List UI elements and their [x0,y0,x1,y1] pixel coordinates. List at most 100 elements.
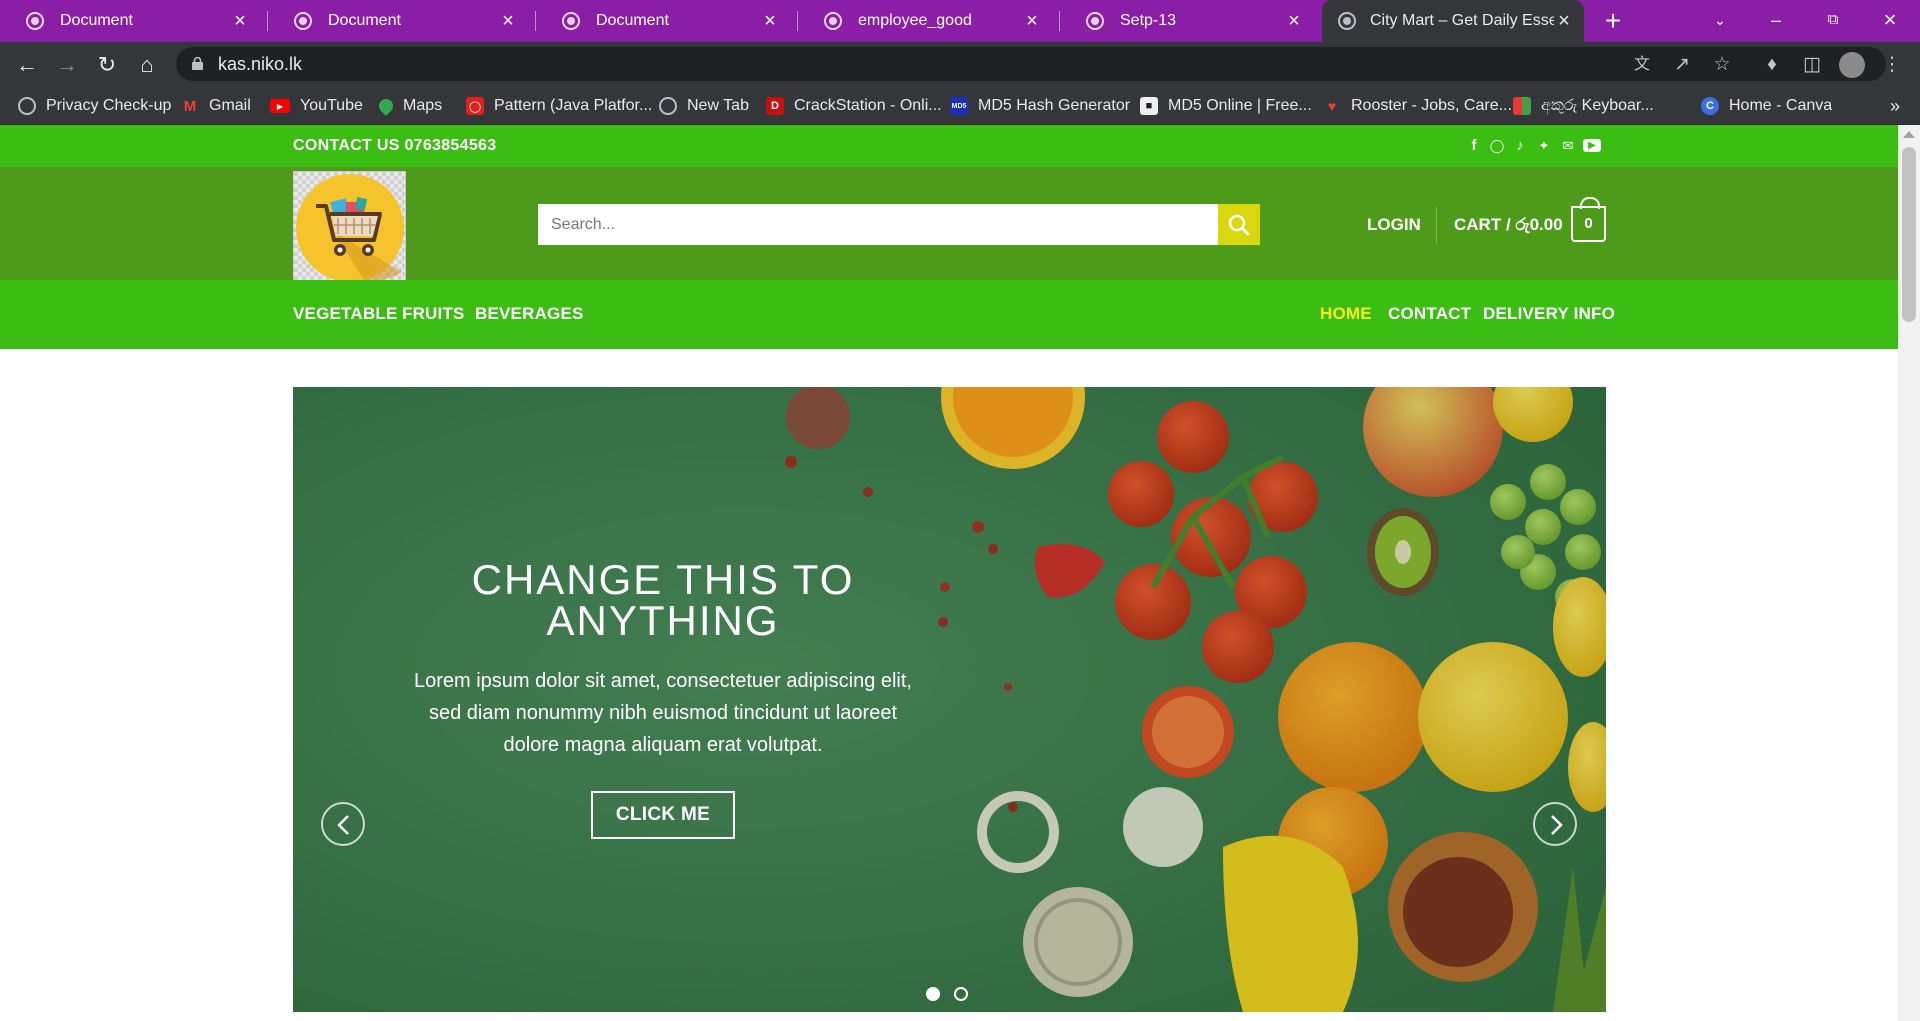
back-icon[interactable]: ← [12,50,42,80]
scrollbar-thumb[interactable] [1902,147,1916,322]
facebook-icon[interactable]: f [1465,138,1483,154]
side-panel-icon[interactable]: ◫ [1799,52,1825,78]
browser-tab[interactable]: Document × [0,0,268,42]
slider-dots [926,987,968,1001]
minimize-icon[interactable]: – [1748,0,1804,40]
close-icon[interactable]: × [498,10,518,33]
cart-link[interactable]: CART / රු0.00 [1454,215,1563,235]
avatar[interactable] [1839,52,1865,78]
globe-icon [26,12,44,30]
nav-item-vegetable[interactable]: VEGETABLE [293,304,397,324]
more-bookmarks-icon[interactable]: » [1880,87,1910,125]
tab-search-icon[interactable]: ⌄ [1692,0,1748,40]
new-tab-button[interactable]: + [1598,6,1628,36]
extensions-icon[interactable]: ♦ [1759,52,1785,78]
menu-icon[interactable]: ⋮ [1879,52,1905,78]
nav-item-delivery-info[interactable]: DELIVERY INFO [1483,304,1615,324]
close-window-icon[interactable]: × [1862,0,1918,40]
instagram-icon[interactable]: ◯ [1488,138,1506,154]
globe-icon [562,12,580,30]
restore-icon[interactable]: ⧉ [1805,0,1861,40]
bookmark-label: MD5 Hash Generator [978,97,1131,114]
bookmark-item[interactable]: ■ MD5 Online | Free... [1140,87,1312,125]
reload-icon[interactable]: ↻ [92,50,122,80]
globe-icon [1338,12,1356,30]
search-icon [1228,214,1250,235]
bookmark-item[interactable]: ♥ Rooster - Jobs, Care... [1323,87,1512,125]
slider-previous-button[interactable] [321,802,365,846]
globe-icon [1086,12,1104,30]
translate-icon[interactable]: 文 [1629,52,1655,78]
bookmark-item[interactable]: Privacy Check-up [18,87,171,125]
bookmark-item[interactable]: ▶ YouTube [270,87,363,125]
bookmark-label: YouTube [300,97,363,114]
canva-icon: C [1701,97,1719,115]
slide-caption: CHANGE THIS TO ANYTHING Lorem ipsum dolo… [403,559,923,839]
bookmark-label: CrackStation - Onli... [794,97,942,114]
close-icon[interactable]: × [230,10,250,33]
bookmark-label: Pattern (Java Platfor... [494,97,653,114]
slider-dot-2[interactable] [954,987,968,1001]
close-icon[interactable]: × [1022,10,1042,33]
chevron-left-icon [337,815,349,835]
bookmark-label: New Tab [687,97,749,114]
bookmark-item[interactable]: අකුරු Keyboar... [1513,87,1654,125]
click-me-button[interactable]: CLICK ME [591,791,735,839]
browser-tab[interactable]: employee_good × [798,0,1060,42]
youtube-icon[interactable]: ▶ [1583,139,1601,152]
search-button[interactable] [1218,204,1260,245]
slider-next-button[interactable] [1533,802,1577,846]
bookmark-label: Privacy Check-up [46,97,172,114]
login-link[interactable]: LOGIN [1367,215,1421,235]
bookmark-item[interactable]: ◯ Pattern (Java Platfor... [466,87,652,125]
bookmark-item[interactable]: D CrackStation - Onli... [766,87,942,125]
main-navigation: VEGETABLE FRUITS BEVERAGES HOME CONTACT … [0,280,1898,349]
site-header: LOGIN CART / රු0.00 0 [0,167,1898,284]
keyboard-icon [1513,97,1531,115]
hero-slider: CHANGE THIS TO ANYTHING Lorem ipsum dolo… [293,387,1606,1012]
forward-icon[interactable]: → [52,50,82,80]
globe-icon [294,12,312,30]
bookmark-item[interactable]: M Gmail [181,87,251,125]
browser-tab-active[interactable]: City Mart – Get Daily Essent × [1322,0,1584,42]
url-text: kas.niko.lk [218,54,303,74]
home-icon[interactable]: ⌂ [132,50,162,80]
site-logo[interactable] [293,171,406,284]
search-input[interactable] [538,204,1218,245]
bookmark-item[interactable]: C Home - Canva [1701,87,1832,125]
cart-count-badge[interactable]: 0 [1571,197,1606,242]
lock-icon [192,57,203,70]
share-icon[interactable]: ↗ [1669,52,1695,78]
nav-item-fruits[interactable]: FRUITS [402,304,465,324]
globe-icon [18,97,36,115]
globe-icon [659,97,677,115]
shopping-cart-logo-icon [294,172,405,283]
bookmark-label: Rooster - Jobs, Care... [1351,97,1512,114]
close-icon[interactable]: × [1284,10,1304,33]
slider-dot-1[interactable] [926,987,940,1001]
close-icon[interactable]: × [1554,10,1574,33]
bookmark-item[interactable]: New Tab [659,87,749,125]
lock-icon: ■ [1140,97,1158,115]
nav-item-beverages[interactable]: BEVERAGES [475,304,584,324]
md5-icon: MD5 [950,97,968,115]
slide-text: Lorem ipsum dolor sit amet, consectetuer… [413,670,912,756]
bookmark-item[interactable]: Maps [376,87,442,125]
email-icon[interactable]: ✉ [1559,138,1577,154]
globe-icon [824,12,842,30]
tiktok-icon[interactable]: ♪ [1511,138,1529,154]
browser-tab[interactable]: Document × [268,0,536,42]
scroll-up-icon[interactable] [1903,131,1915,138]
nav-item-home[interactable]: HOME [1320,304,1372,324]
nav-item-contact[interactable]: CONTACT [1388,304,1471,324]
page-scrollbar[interactable] [1898,125,1920,1021]
browser-tab-bar: Document × Document × Document × employe… [0,0,1920,42]
top-bar: CONTACT US 0763854563 f ◯ ♪ ✦ ✉ ▶ [0,125,1898,167]
twitter-icon[interactable]: ✦ [1535,138,1553,154]
browser-tab[interactable]: Setp-13 × [1060,0,1322,42]
browser-tab[interactable]: Document × [536,0,798,42]
tab-title: Setp-13 [1120,12,1177,29]
bookmark-item[interactable]: MD5 MD5 Hash Generator [950,87,1130,125]
close-icon[interactable]: × [760,10,780,33]
bookmark-star-icon[interactable]: ☆ [1709,52,1735,78]
